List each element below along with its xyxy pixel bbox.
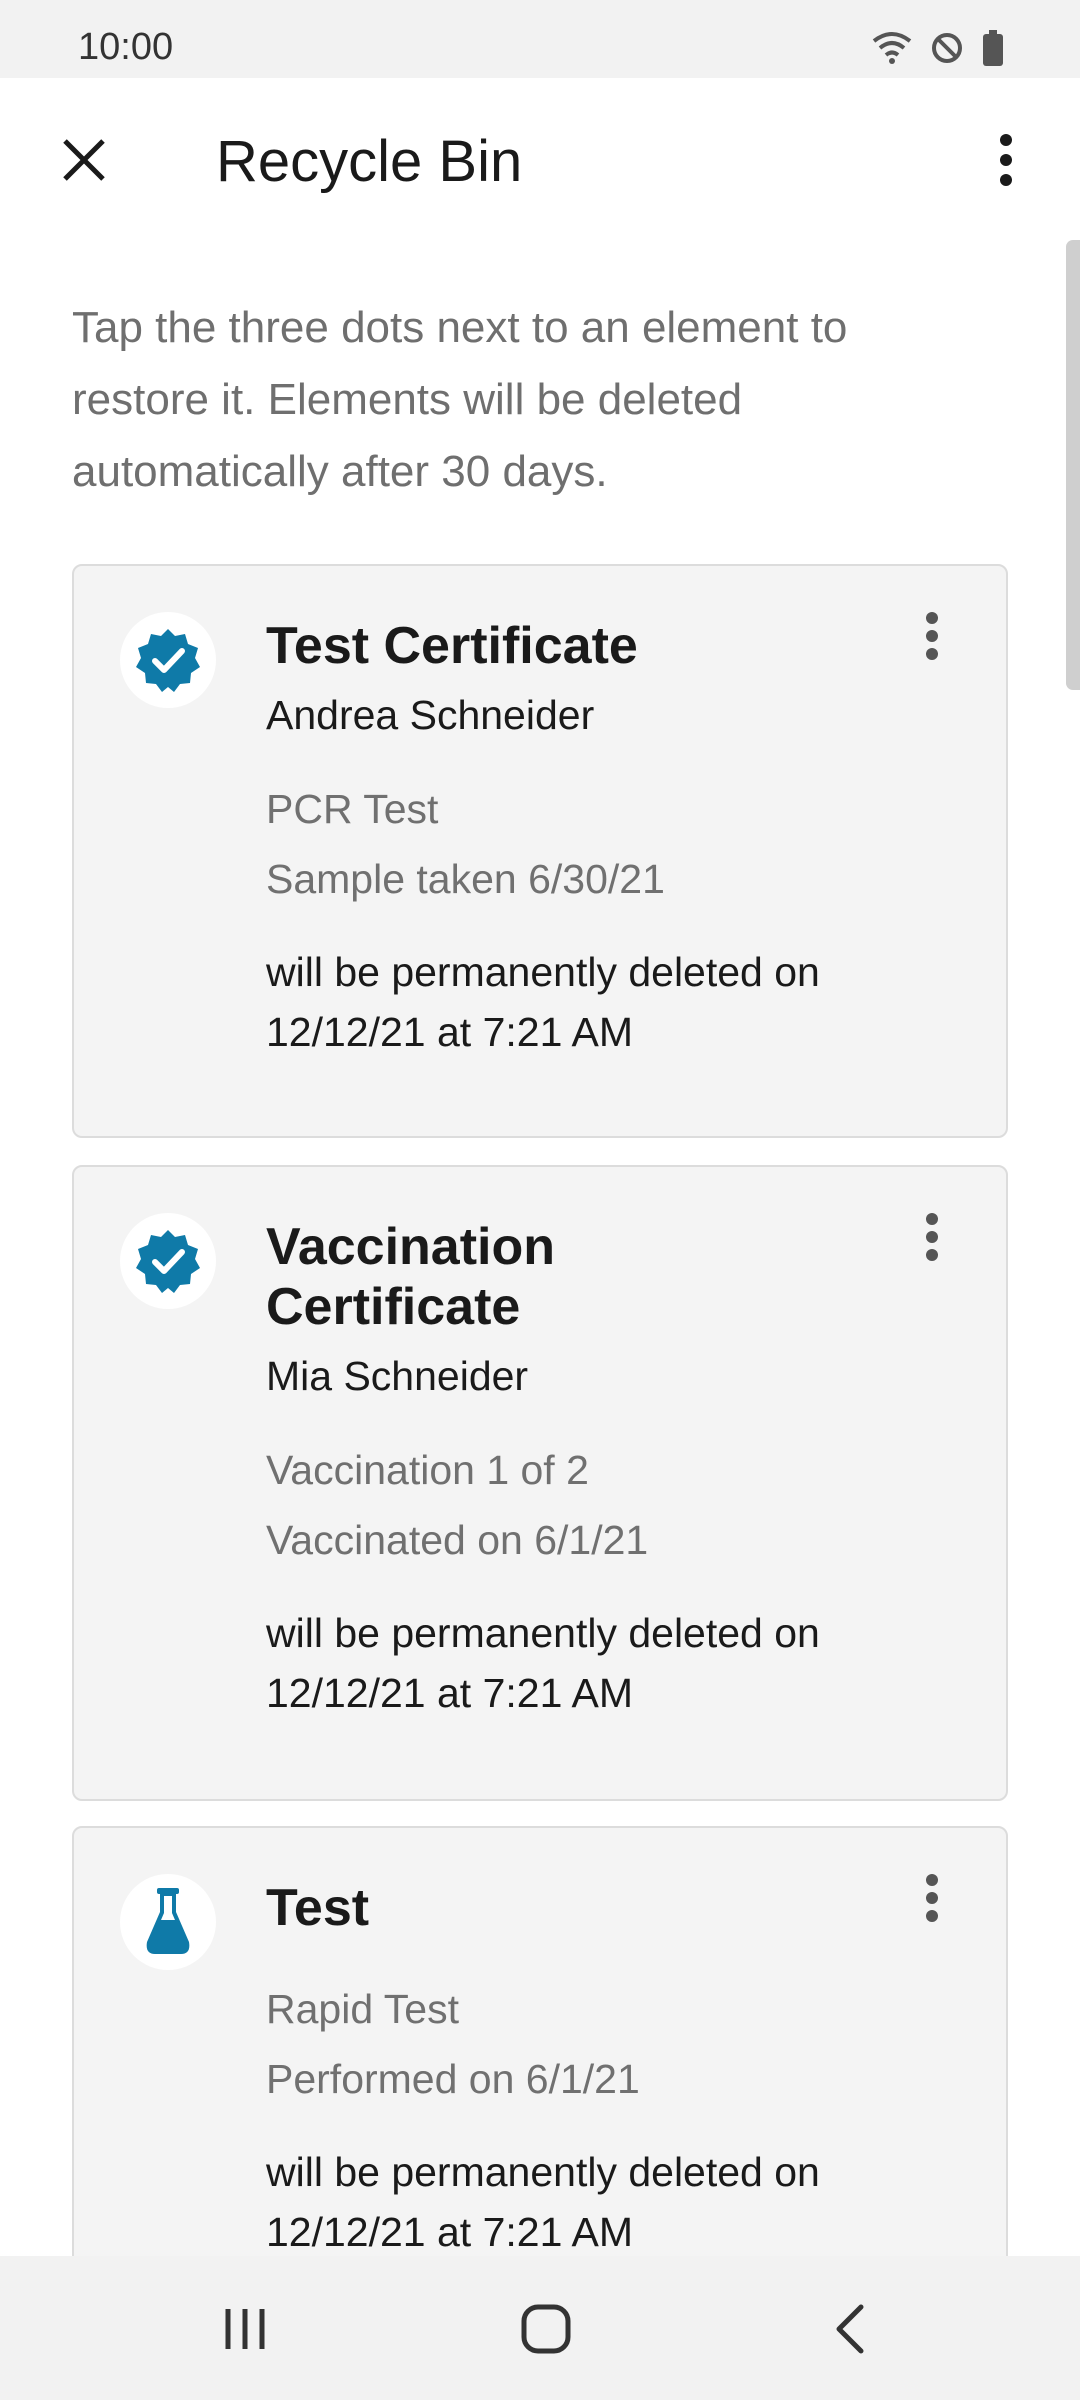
item-detail-date: Sample taken 6/30/21 (266, 856, 665, 902)
app-bar: Recycle Bin (0, 78, 1080, 248)
back-button[interactable] (800, 2284, 900, 2374)
wifi-icon (872, 31, 912, 70)
more-vert-icon (926, 1213, 938, 1261)
intro-text: Tap the three dots next to an element to… (72, 303, 848, 496)
scrollbar[interactable] (1066, 240, 1080, 690)
item-deletion-notice: will be permanently deleted on 12/12/21 … (266, 1610, 820, 1716)
item-person-name: Andrea Schneider (266, 692, 595, 738)
battery-icon (982, 30, 1004, 71)
flask-icon (120, 1874, 216, 1970)
more-vert-icon (926, 1874, 938, 1922)
overflow-menu-button[interactable] (976, 124, 1036, 196)
item-deletion-notice: will be permanently deleted on 12/12/21 … (266, 2149, 820, 2255)
item-deletion-notice: will be permanently deleted on 12/12/21 … (266, 949, 820, 1055)
card-body: Vaccination Certificate Mia Schneider Va… (266, 1217, 926, 1723)
close-button[interactable] (48, 124, 120, 196)
home-icon (521, 2304, 571, 2354)
home-button[interactable] (496, 2284, 596, 2374)
verified-badge-icon (120, 612, 216, 708)
recent-apps-button[interactable] (195, 2284, 295, 2374)
recycle-item-card[interactable]: Test Certificate Andrea Schneider PCR Te… (72, 564, 1008, 1138)
item-person-name: Mia Schneider (266, 1353, 529, 1399)
more-vert-icon (926, 612, 938, 660)
card-body: Test Rapid Test Performed on 6/1/21 will… (266, 1878, 926, 2262)
do-not-disturb-icon (930, 31, 964, 70)
item-title: Vaccination Certificate (266, 1218, 555, 1336)
item-detail-type: Rapid Test (266, 1986, 459, 2032)
item-detail-type: PCR Test (266, 786, 439, 832)
status-time: 10:00 (78, 26, 174, 68)
close-icon (63, 139, 105, 181)
status-icons (872, 30, 1004, 71)
status-bar: 10:00 (0, 0, 1080, 78)
item-detail-date: Vaccinated on 6/1/21 (266, 1517, 649, 1563)
item-detail-date: Performed on 6/1/21 (266, 2056, 640, 2102)
system-nav-bar (0, 2256, 1080, 2400)
item-detail-type: Vaccination 1 of 2 (266, 1447, 589, 1493)
page-title: Recycle Bin (216, 129, 523, 194)
recent-apps-icon (225, 2309, 265, 2349)
verified-badge-icon (120, 1213, 216, 1309)
item-title: Test (266, 1879, 370, 1937)
back-icon (836, 2304, 864, 2354)
recycle-item-card[interactable]: Vaccination Certificate Mia Schneider Va… (72, 1165, 1008, 1801)
more-vert-icon (1000, 134, 1012, 186)
card-body: Test Certificate Andrea Schneider PCR Te… (266, 616, 926, 1062)
item-title: Test Certificate (266, 617, 638, 675)
